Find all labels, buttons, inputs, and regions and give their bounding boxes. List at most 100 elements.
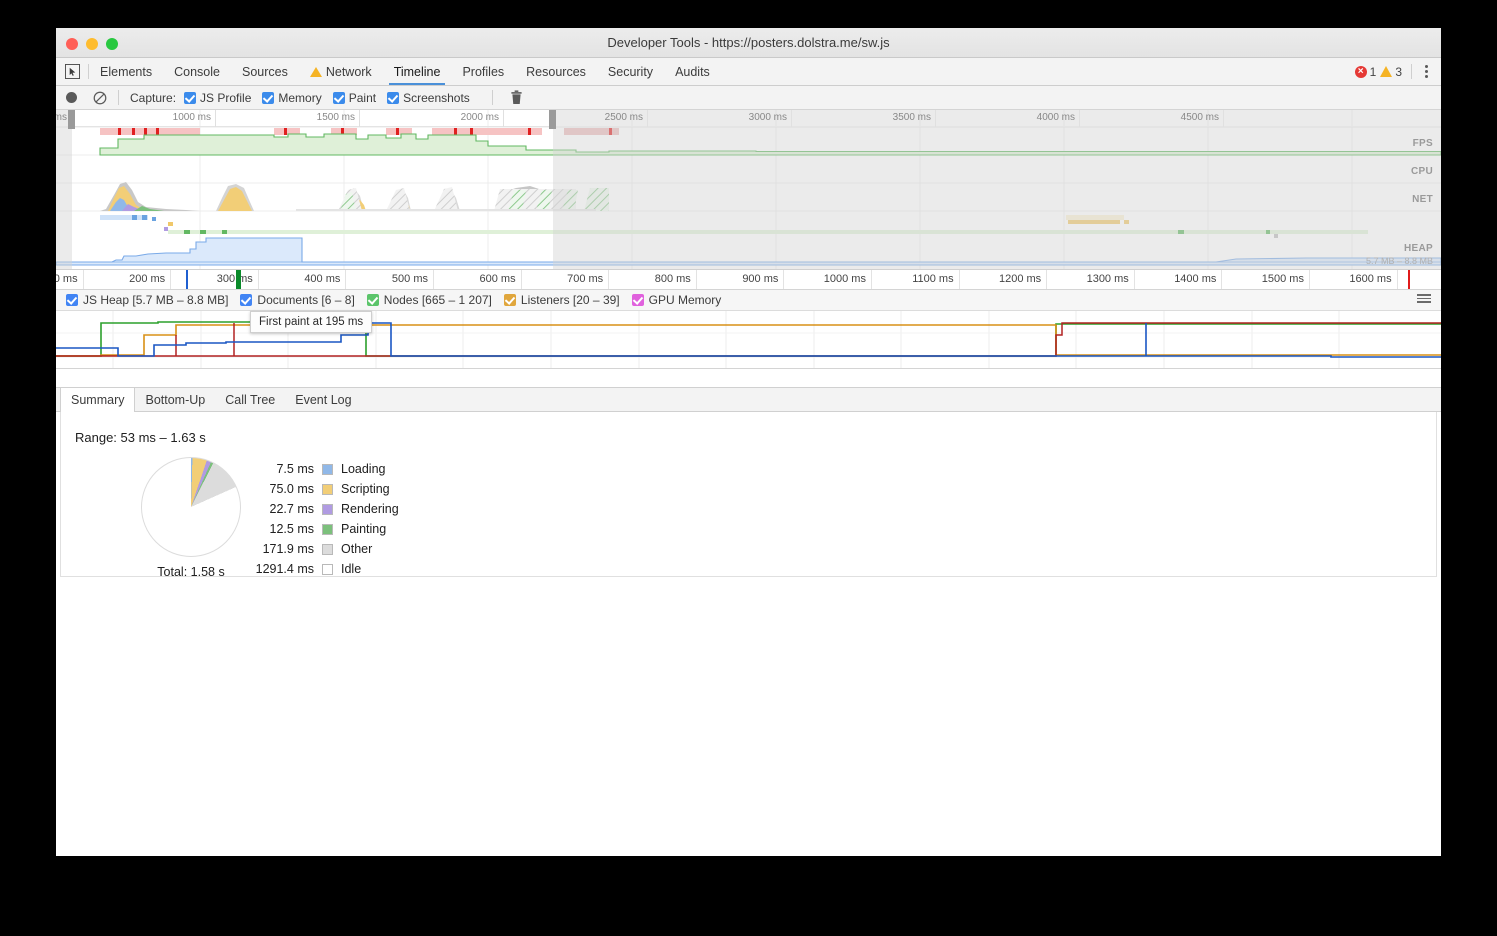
toolbar-divider <box>1411 64 1412 79</box>
capture-option-memory[interactable]: Memory <box>262 91 322 105</box>
legend-swatch <box>322 503 333 515</box>
first-paint-marker[interactable] <box>236 270 241 289</box>
legend-row-idle[interactable]: 1291.4 ms Idle <box>246 559 399 579</box>
counter-toggle-nodes[interactable]: Nodes [665 – 1 207] <box>366 293 492 307</box>
legend-label: Scripting <box>341 482 390 496</box>
timeline-tick: 400 ms <box>259 270 347 289</box>
overview-tick: 2000 ms <box>360 110 504 127</box>
tab-network[interactable]: Network <box>299 58 383 85</box>
overview-selection-handle-right[interactable] <box>549 110 556 129</box>
legend-row-other[interactable]: 171.9 ms Other <box>246 539 399 559</box>
legend-label: Loading <box>341 462 386 476</box>
tab-sources[interactable]: Sources <box>231 58 299 85</box>
capture-option-screenshots[interactable]: Screenshots <box>387 91 470 105</box>
timeline-ruler[interactable]: 100 ms200 ms300 ms400 ms500 ms600 ms700 … <box>56 270 1441 290</box>
legend-row-loading[interactable]: 7.5 ms Loading <box>246 459 399 479</box>
inspect-element-icon[interactable] <box>56 58 88 85</box>
tab-bottom-up[interactable]: Bottom-Up <box>135 388 215 411</box>
capture-option-js-profile[interactable]: JS Profile <box>184 91 251 105</box>
legend-label: Painting <box>341 522 387 536</box>
legend-value: 12.5 ms <box>269 522 314 536</box>
tab-event-log[interactable]: Event Log <box>285 388 361 411</box>
legend-row-scripting[interactable]: 75.0 ms Scripting <box>246 479 399 499</box>
tab-summary[interactable]: Summary <box>60 388 136 412</box>
legend-swatch <box>322 483 333 495</box>
record-circle-icon[interactable] <box>66 92 77 103</box>
legend-row-painting[interactable]: 12.5 ms Painting <box>246 519 399 539</box>
details-drawer: Summary Bottom-Up Call Tree Event Log Ra… <box>56 387 1441 579</box>
checkbox-icon[interactable] <box>262 91 275 104</box>
legend-swatch <box>322 543 333 555</box>
overview-tick: 4000 ms <box>936 110 1080 127</box>
warning-icon <box>1380 66 1393 77</box>
checkbox-icon[interactable] <box>240 294 253 306</box>
tab-label: Resources <box>526 64 586 79</box>
tab-security[interactable]: Security <box>597 58 664 85</box>
clear-no-entry-icon[interactable] <box>93 91 107 105</box>
pie-slices <box>141 457 241 557</box>
legend-row-rendering[interactable]: 22.7 ms Rendering <box>246 499 399 519</box>
counter-toggle-documents[interactable]: Documents [6 – 8] <box>240 293 355 307</box>
trash-icon[interactable] <box>510 90 523 105</box>
tab-bar-status: × 1 3 <box>1354 58 1441 85</box>
tooltip-text: First paint at 195 ms <box>259 316 364 328</box>
counter-toggle-listeners[interactable]: Listeners [20 – 39] <box>503 293 620 307</box>
load-event-marker[interactable] <box>1408 270 1410 289</box>
tab-resources[interactable]: Resources <box>515 58 597 85</box>
warning-triangle-icon <box>309 66 322 77</box>
first-paint-tooltip: First paint at 195 ms <box>250 311 373 333</box>
tab-elements[interactable]: Elements <box>89 58 163 85</box>
tab-label: Profiles <box>462 64 505 79</box>
dom-content-loaded-marker[interactable] <box>186 270 188 289</box>
warning-count-badge[interactable]: 3 <box>1380 65 1402 79</box>
overview-selection-handle-left[interactable] <box>68 110 75 129</box>
hamburger-menu-icon[interactable] <box>1417 294 1431 303</box>
tab-call-tree[interactable]: Call Tree <box>215 388 285 411</box>
counter-label: Listeners [20 – 39] <box>520 293 620 307</box>
overview-tick: 4500 ms <box>1080 110 1224 127</box>
checkbox-icon[interactable] <box>366 294 379 306</box>
checkbox-icon[interactable] <box>631 294 644 306</box>
summary-panel: Range: 53 ms – 1.63 s Total: 1.58 s 7.5 … <box>60 412 1437 579</box>
checkbox-icon[interactable] <box>66 294 78 306</box>
kebab-menu-icon[interactable] <box>1421 63 1432 80</box>
band-label-fps: FPS <box>1412 138 1433 149</box>
checkbox-icon[interactable] <box>184 91 197 104</box>
tab-timeline[interactable]: Timeline <box>383 58 452 85</box>
legend-value: 171.9 ms <box>262 542 314 556</box>
tab-profiles[interactable]: Profiles <box>451 58 515 85</box>
checkbox-icon[interactable] <box>332 91 345 104</box>
overview-tick: 2500 ms <box>504 110 648 127</box>
tab-label: Security <box>607 64 654 79</box>
tab-label: Summary <box>71 392 125 407</box>
counter-label: GPU Memory <box>648 293 722 307</box>
error-count-badge[interactable]: × 1 <box>1354 64 1377 79</box>
heap-range-label: 5.7 MB – 8.8 MB <box>1365 256 1433 266</box>
timeline-tick: 700 ms <box>522 270 610 289</box>
tab-label: Bottom-Up <box>145 392 206 407</box>
tab-console[interactable]: Console <box>163 58 231 85</box>
capture-option-label: Paint <box>348 90 377 105</box>
checkbox-icon[interactable] <box>387 91 400 104</box>
checkbox-icon[interactable] <box>503 294 516 306</box>
legend-label: Idle <box>341 562 362 576</box>
counter-toggle-js-heap[interactable]: JS Heap [5.7 MB – 8.8 MB] <box>66 293 228 307</box>
capture-option-paint[interactable]: Paint <box>332 90 377 105</box>
tab-label: Timeline <box>393 64 441 79</box>
timeline-overview[interactable]: 500 ms1000 ms1500 ms2000 ms2500 ms3000 m… <box>56 110 1441 270</box>
tab-audits[interactable]: Audits <box>664 58 721 85</box>
overview-tick: 1000 ms <box>72 110 216 127</box>
counter-toggle-gpu-memory[interactable]: GPU Memory <box>631 293 722 307</box>
overview-tick: 1500 ms <box>216 110 360 127</box>
legend-value: 75.0 ms <box>269 482 314 496</box>
overview-ruler: 500 ms1000 ms1500 ms2000 ms2500 ms3000 m… <box>56 110 1441 127</box>
timeline-tick: 600 ms <box>434 270 522 289</box>
timeline-tick: 1200 ms <box>960 270 1048 289</box>
overview-tick: 3000 ms <box>648 110 792 127</box>
error-count: 1 <box>1369 64 1377 79</box>
counter-label: Nodes [665 – 1 207] <box>383 293 492 307</box>
details-tab-bar: Summary Bottom-Up Call Tree Event Log <box>56 387 1441 412</box>
counter-label: Documents [6 – 8] <box>257 293 355 307</box>
timeline-tick: 100 ms <box>56 270 84 289</box>
timeline-tick: 500 ms <box>346 270 434 289</box>
